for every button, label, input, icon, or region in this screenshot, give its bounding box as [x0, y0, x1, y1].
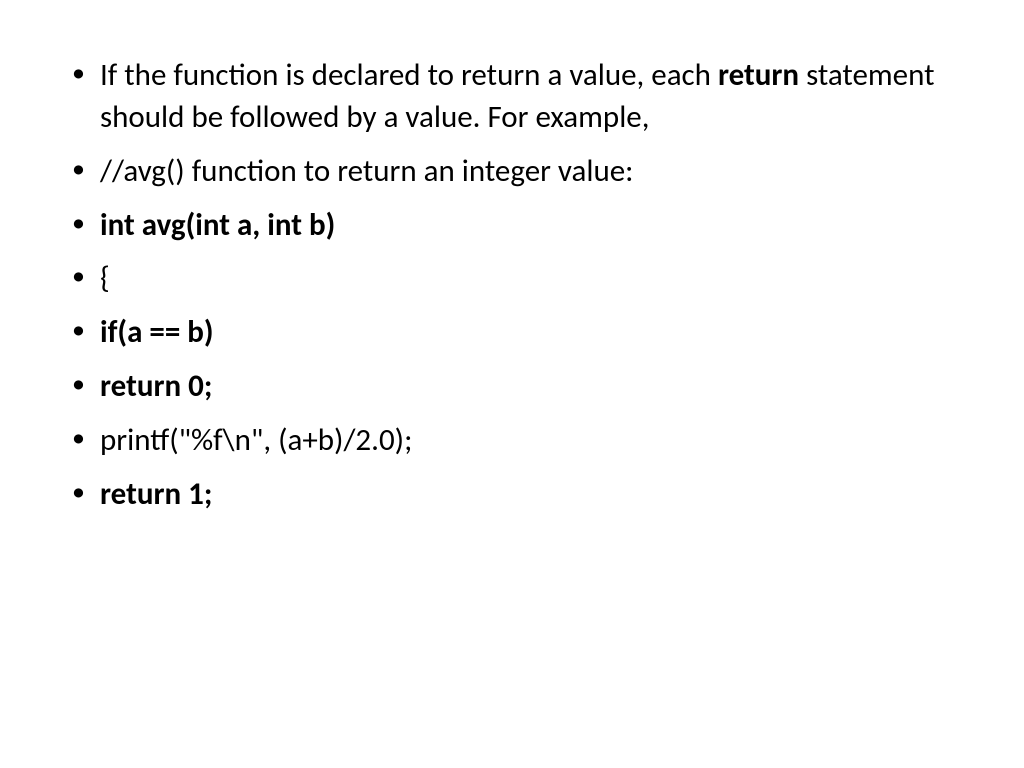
list-item: if(a == b)	[60, 312, 964, 354]
text-segment: If the function is declared to return a …	[100, 56, 718, 94]
text-segment: return 1;	[100, 475, 212, 513]
list-item: int avg(int a, int b)	[60, 205, 964, 247]
text-segment: //avg() function to return an integer va…	[100, 152, 633, 190]
list-item: return 0;	[60, 366, 964, 408]
list-item: //avg() function to return an integer va…	[60, 151, 964, 193]
bullet-list: If the function is declared to return a …	[60, 55, 964, 516]
list-item: If the function is declared to return a …	[60, 55, 964, 139]
text-segment: if(a == b)	[100, 313, 214, 351]
text-segment: printf("%f\n", (a+b)/2.0);	[100, 421, 412, 459]
list-item: printf("%f\n", (a+b)/2.0);	[60, 420, 964, 462]
text-segment: {	[100, 259, 110, 297]
list-item: {	[60, 258, 964, 300]
text-segment: return	[718, 56, 799, 94]
list-item: return 1;	[60, 474, 964, 516]
text-segment: int avg(int a, int b)	[100, 206, 335, 244]
text-segment: return 0;	[100, 367, 212, 405]
